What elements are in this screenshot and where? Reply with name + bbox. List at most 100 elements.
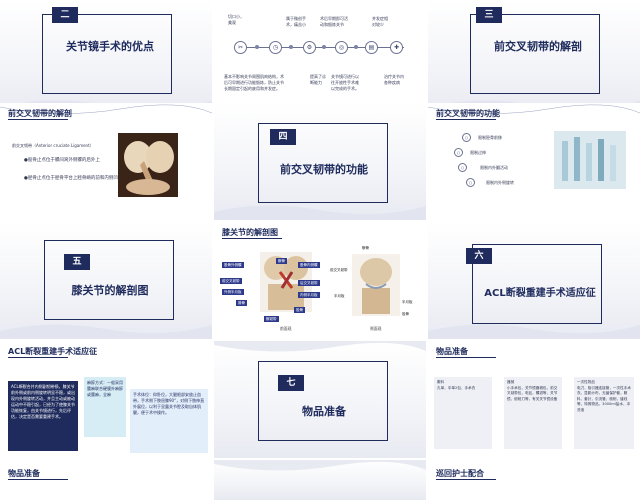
anatomy-label: 半月板	[334, 294, 345, 298]
slide-thumbnail-4[interactable]: 前交叉韧带的解剖 前交叉韧带（Anterior cruciate Ligamen…	[0, 103, 212, 220]
section-number: 五	[64, 254, 90, 270]
scissors-icon: ✂	[234, 41, 247, 54]
chart-icon: ▤	[365, 41, 378, 54]
wave-decoration	[0, 324, 212, 339]
bullet-icon: ○	[466, 178, 475, 187]
column-body: 小手术包，关节镜器械包，前交叉韧带包，电钻，髁钳等，关节镜，刨削刀等，有关关节镜…	[507, 385, 558, 401]
advantage-text: 切口小， 美观	[228, 14, 244, 25]
timeline-dot	[289, 45, 293, 49]
function-item: 限制过伸	[470, 150, 486, 155]
column-body: 电刀，吸引器连接管，一次性手术衣，显影纱布，无菌保护套，敷料，套针，引流管，刨削…	[577, 385, 631, 412]
anatomy-label: 半月板	[402, 300, 413, 304]
anatomy-label: 前交叉韧带	[330, 268, 348, 272]
slide-heading: 物品准备	[8, 469, 40, 478]
slide-heading: 前交叉韧带的解剖	[8, 109, 72, 118]
bullet-icon: ○	[458, 163, 467, 172]
heading-underline	[436, 119, 496, 120]
knee-anatomy-side	[352, 254, 400, 316]
anatomy-label: 髌骨	[362, 246, 369, 250]
slide-thumbnail-6[interactable]: 前交叉韧带的功能 ○ 限制胫骨前移 ○ 限制过伸 ○ 限制内外翻活动 ○ 限制内…	[428, 103, 640, 220]
advantage-text: 属于微创手 术，痛苦小	[286, 16, 306, 27]
wave-decoration	[214, 460, 426, 471]
bullet-text: ●胫骨止点位于胫骨平台上胫骨嵴的前和内侧凹	[24, 176, 118, 181]
slide-heading: 前交叉韧带的功能	[436, 109, 500, 118]
advantage-text: 并发症相 对较少	[372, 16, 388, 27]
title-frame	[42, 14, 172, 94]
anatomy-label: 胫骨	[402, 312, 409, 316]
wave-decoration	[214, 341, 426, 352]
wave-decoration	[214, 205, 426, 220]
target-icon: ◎	[335, 41, 348, 54]
slide-thumbnail-13[interactable]: 物品准备	[0, 460, 212, 500]
title-frame	[44, 240, 174, 320]
slide-thumbnail-12[interactable]: 物品准备 敷料 孔单，中单2包，手术衣 器械 小手术包，关节镜器械包，前交叉韧带…	[428, 341, 640, 458]
bullet-icon: ○	[454, 148, 463, 157]
function-item: 限制内外侧旋转	[486, 180, 514, 185]
function-item: 限制胫骨前移	[478, 135, 502, 140]
anatomy-label: 髌韧带	[264, 316, 279, 322]
timeline-dot	[322, 45, 326, 49]
heading-underline	[436, 479, 496, 480]
slide-heading: 膝关节的解剖图	[222, 228, 278, 237]
slide-thumbnail-5[interactable]: 四 前交叉韧带的功能	[214, 103, 426, 220]
slide-heading: 巡回护士配合	[436, 469, 484, 478]
heading-underline	[8, 119, 68, 120]
section-title: 膝关节的解剖图	[71, 284, 149, 297]
title-frame	[258, 361, 388, 441]
anesthesia-card: 麻醉方式：一般采用腰麻联合硬膜外麻醉或腰麻，全麻	[84, 377, 126, 437]
slide-thumbnail-9[interactable]: 六 ACL断裂重建手术适应征	[428, 222, 640, 339]
timeline-dot	[255, 45, 259, 49]
slide-thumbnail-15[interactable]: 巡回护士配合	[428, 460, 640, 500]
slide-thumbnail-11[interactable]: 七 物品准备	[214, 341, 426, 458]
image-caption: 侧面观	[370, 326, 382, 331]
section-number: 六	[466, 248, 492, 264]
bullet-text: ●股骨止点位于髁间窝外侧髁的后外上	[24, 158, 100, 163]
slide-thumbnail-14[interactable]	[214, 460, 426, 500]
section-number: 七	[278, 375, 304, 391]
slide-thumbnail-7[interactable]: 五 膝关节的解剖图	[0, 222, 212, 339]
wave-decoration	[428, 324, 640, 339]
section-title: 物品准备	[302, 405, 346, 418]
advantage-text: 术后早期即可活 动和锻炼关节	[320, 16, 348, 27]
anatomy-label: 股骨外侧髁	[222, 262, 244, 268]
heading-underline	[436, 357, 496, 358]
section-title: 前交叉韧带的解剖	[494, 40, 582, 53]
advantage-text: 基本不影响关节周围肌肉结构，术 后可早期进行功能锻炼，防止关节 长期固定引起的废…	[224, 74, 284, 91]
indication-card: ACL断裂合并内侧副韧带损，膝关节前外侧或前内侧旋转明显不稳，或出现内外侧旋转活…	[8, 381, 78, 451]
heading-underline	[8, 479, 68, 480]
slide-thumbnail-1[interactable]: 二 关节镜手术的优点	[0, 0, 212, 115]
slide-thumbnail-2[interactable]: 切口小， 美观 属于微创手 术，痛苦小 术后早期即可活 动和锻炼关节 并发症相 …	[214, 0, 426, 115]
function-item: 限制内外翻活动	[480, 165, 508, 170]
section-title: ACL断裂重建手术适应征	[484, 288, 596, 299]
supply-column: 敷料 孔单，中单2包，手术衣	[434, 377, 492, 449]
slide-heading: 物品准备	[436, 347, 468, 356]
knee-photo	[118, 133, 178, 197]
ligament-label: 前交叉韧带（Anterior cruciate Ligament）	[12, 143, 94, 148]
slide-thumbnail-10[interactable]: ACL断裂重建手术适应征 ACL断裂合并内侧副韧带损，膝关节前外侧或前内侧旋转明…	[0, 341, 212, 458]
advantage-text: 提高了诊 断能力	[310, 74, 326, 85]
slide-heading: ACL断裂重建手术适应征	[8, 347, 98, 356]
section-title: 前交叉韧带的功能	[280, 163, 368, 176]
cross-icon: ✚	[390, 41, 403, 54]
clock-icon: ◷	[269, 41, 282, 54]
image-caption: 前面观	[280, 326, 292, 331]
lab-photo	[554, 131, 626, 189]
anatomy-label: 外侧半月板	[222, 289, 244, 295]
slide-thumbnail-8[interactable]: 膝关节的解剖图 股骨外侧髁 前交叉韧带 外侧半月板 腓骨 股骨内侧髁 后交叉韧带…	[214, 222, 426, 339]
supply-column: 一次性物品 电刀，吸引器连接管，一次性手术衣，显影纱布，无菌保护套，敷料，套针，…	[574, 377, 634, 449]
timeline-line	[234, 47, 404, 48]
title-frame	[470, 14, 600, 94]
advantage-text: 关节镜可进行以 往开放性手术难 以完成的手术。	[331, 74, 359, 91]
advantage-text: 治疗关节内 各种疾病	[384, 74, 404, 85]
slide-grid: 二 关节镜手术的优点 切口小， 美观 属于微创手 术，痛苦小 术后早期即可活 动…	[0, 0, 640, 500]
section-title: 关节镜手术的优点	[66, 40, 154, 53]
bullet-icon: ○	[462, 133, 471, 142]
supply-column: 器械 小手术包，关节镜器械包，前交叉韧带包，电钻，髁钳等，关节镜，刨削刀等，有关…	[504, 377, 562, 449]
anatomy-label: 腓骨	[236, 300, 247, 306]
section-number: 四	[270, 129, 296, 145]
timeline-dot	[354, 45, 358, 49]
slide-thumbnail-3[interactable]: 三 前交叉韧带的解剖	[428, 0, 640, 115]
gear-icon: ⚙	[303, 41, 316, 54]
anatomy-label: 髌骨	[276, 258, 287, 264]
section-number: 三	[476, 7, 502, 23]
